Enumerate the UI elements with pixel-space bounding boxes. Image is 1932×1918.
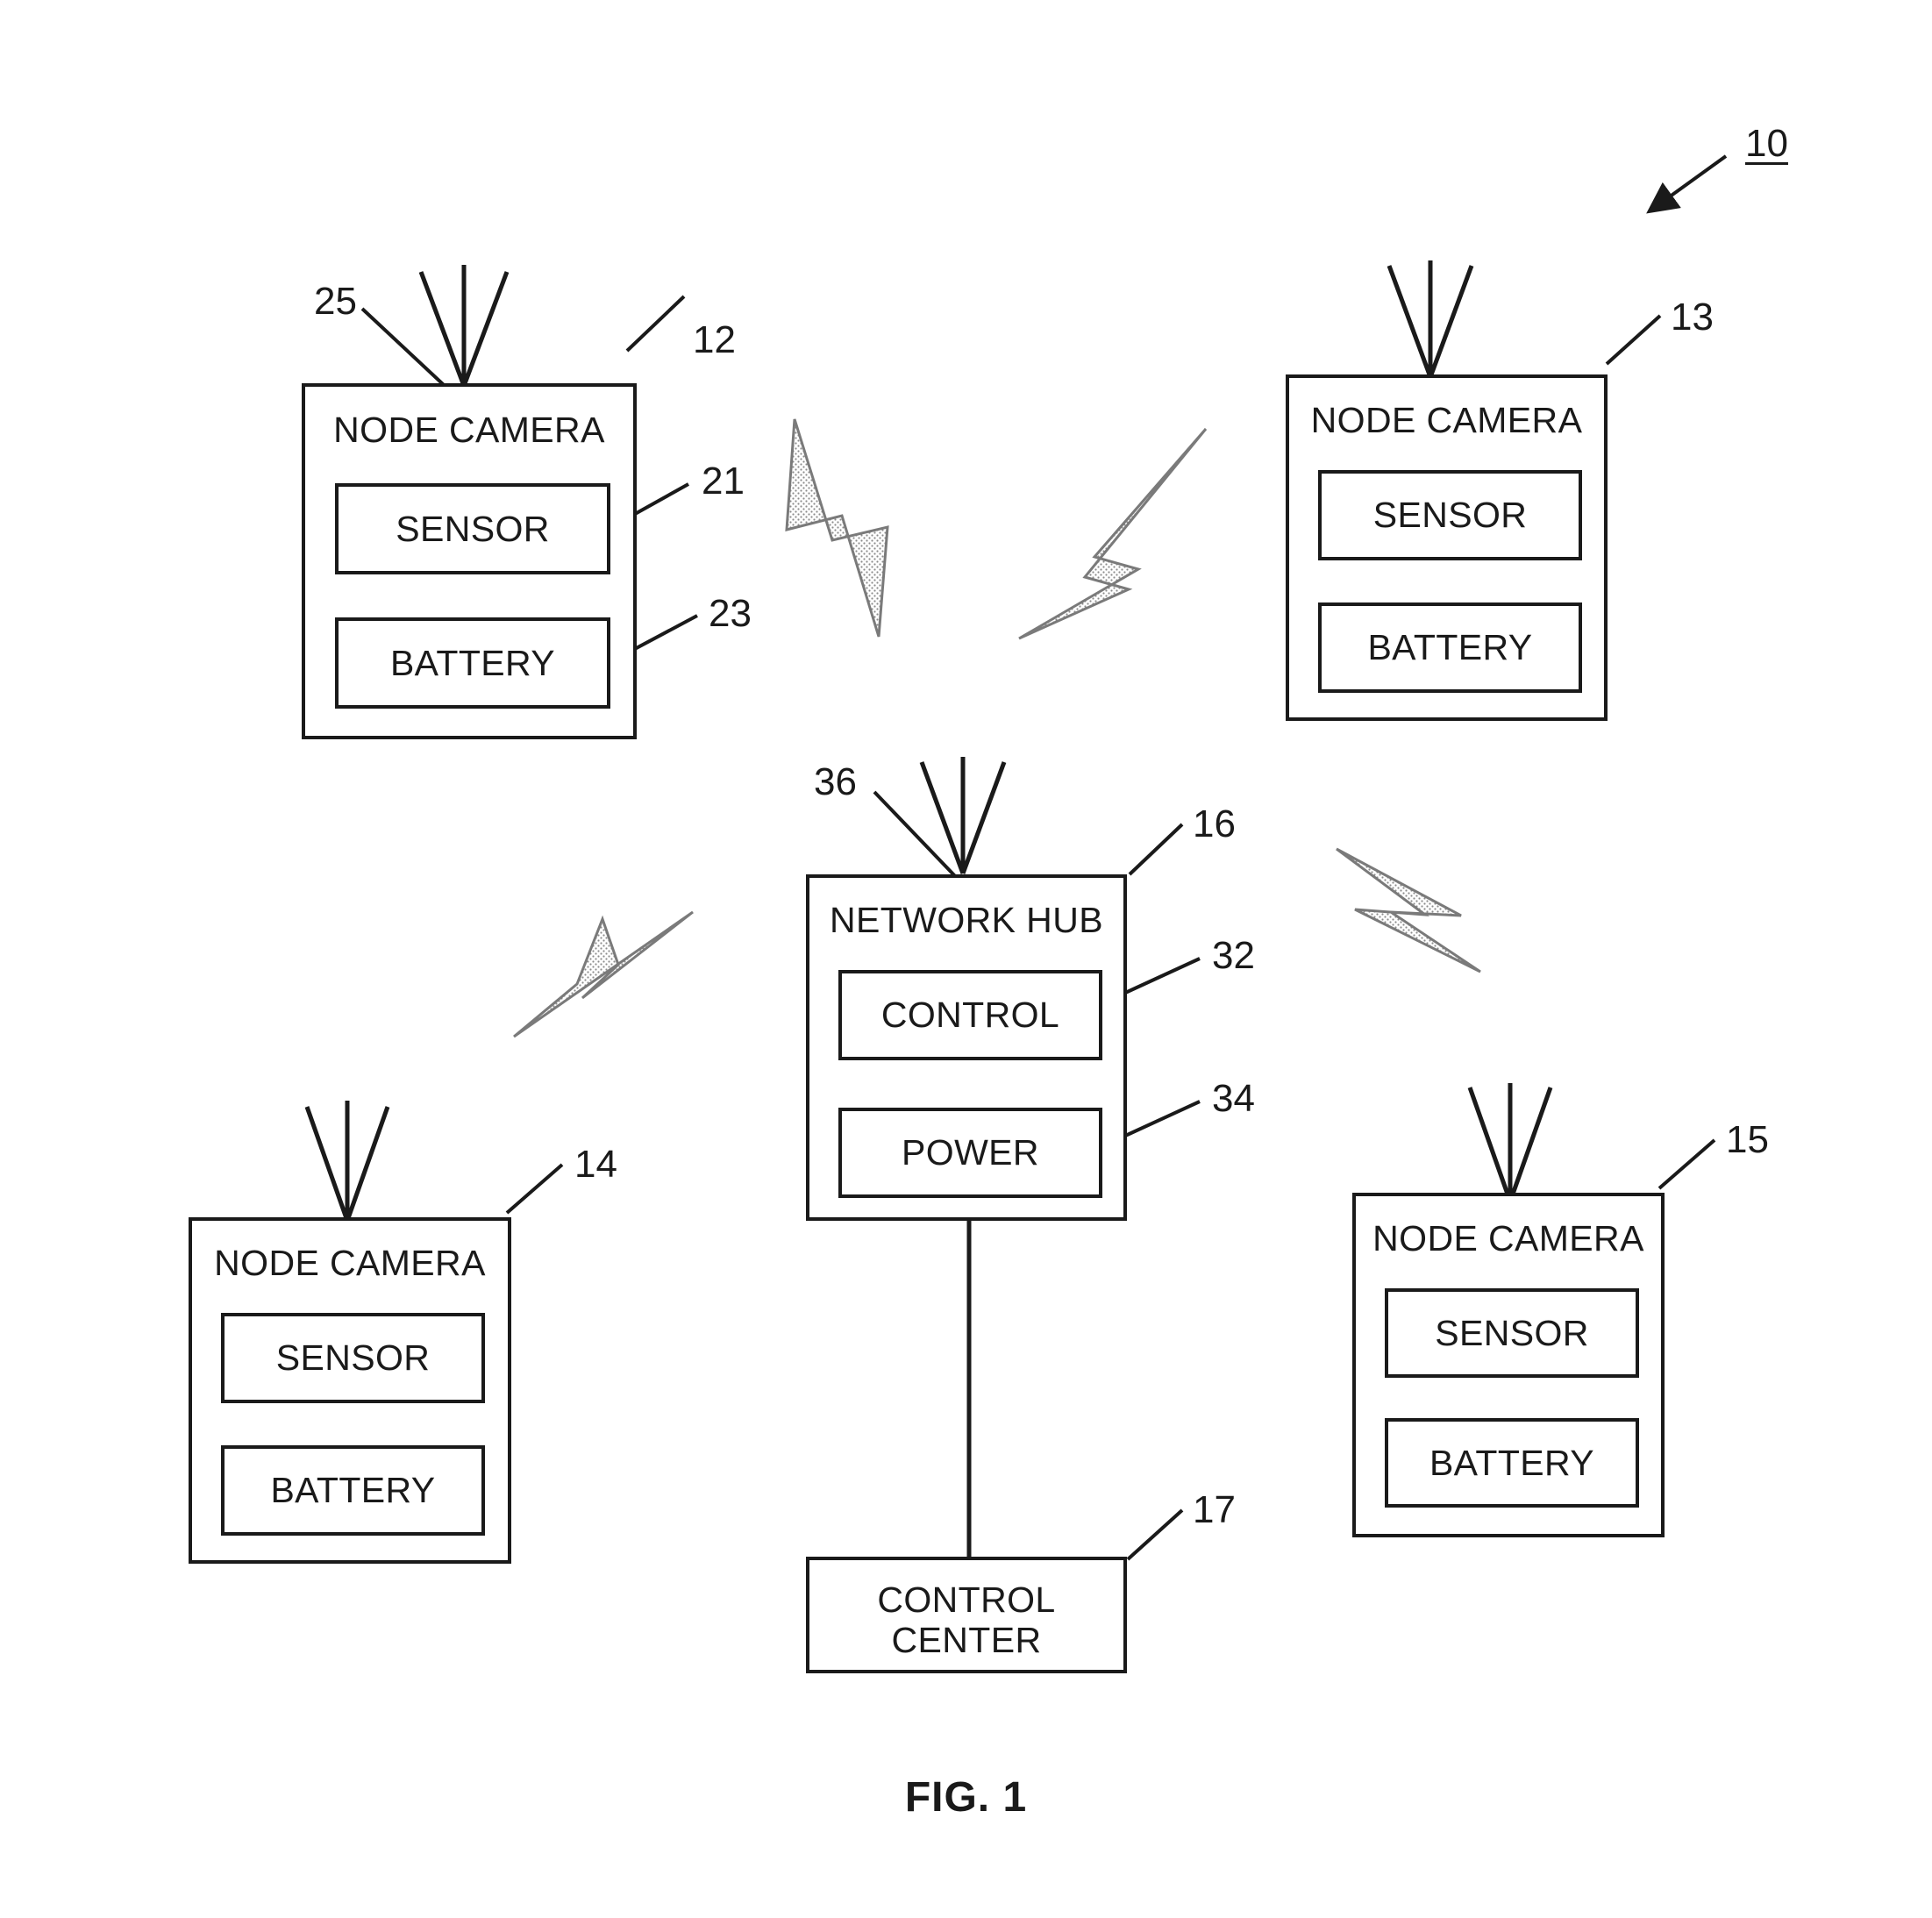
ref-numeral-14: 14 bbox=[574, 1143, 617, 1186]
network-hub-16-power-box[interactable]: POWER bbox=[838, 1108, 1102, 1198]
node-camera-13-battery-box[interactable]: BATTERY bbox=[1318, 602, 1582, 693]
leader-line-32 bbox=[1123, 957, 1201, 995]
ref-numeral-25: 25 bbox=[314, 280, 357, 323]
node-camera-13-sensor-label: SENSOR bbox=[1372, 495, 1528, 535]
ref-numeral-15: 15 bbox=[1726, 1118, 1769, 1161]
control-center-17-title-line-1: CONTROL bbox=[877, 1579, 1056, 1620]
ref-numeral-17: 17 bbox=[1193, 1488, 1236, 1531]
system-ref-arrow bbox=[1646, 154, 1728, 214]
leader-line-14 bbox=[505, 1163, 564, 1215]
antenna-icon-node-15 bbox=[1467, 1083, 1553, 1202]
wireless-link-bolt-node14-hub bbox=[513, 910, 694, 1038]
node-camera-15-box[interactable]: NODE CAMERA SENSOR BATTERY bbox=[1352, 1193, 1665, 1537]
node-camera-15-sensor-box[interactable]: SENSOR bbox=[1385, 1288, 1639, 1378]
leader-line-16 bbox=[1128, 823, 1184, 876]
node-camera-14-battery-label: BATTERY bbox=[270, 1470, 436, 1510]
control-center-17-box[interactable]: CONTROL CENTER bbox=[806, 1557, 1127, 1673]
network-hub-16-control-label: CONTROL bbox=[880, 995, 1060, 1035]
node-camera-14-title: NODE CAMERA bbox=[214, 1243, 486, 1283]
node-camera-13-box[interactable]: NODE CAMERA SENSOR BATTERY bbox=[1286, 374, 1608, 721]
node-camera-15-sensor-label: SENSOR bbox=[1435, 1312, 1589, 1353]
ref-numeral-32: 32 bbox=[1212, 934, 1255, 977]
wireless-link-bolt-hub-node15 bbox=[1336, 847, 1481, 973]
node-camera-12-box[interactable]: NODE CAMERA SENSOR BATTERY bbox=[302, 383, 637, 739]
network-hub-16-box[interactable]: NETWORK HUB CONTROL POWER bbox=[806, 874, 1127, 1221]
ref-numeral-34: 34 bbox=[1212, 1077, 1255, 1120]
node-camera-12-title: NODE CAMERA bbox=[333, 410, 605, 450]
node-camera-13-sensor-box[interactable]: SENSOR bbox=[1318, 470, 1582, 560]
antenna-icon-node-14 bbox=[304, 1101, 390, 1222]
network-hub-16-control-box[interactable]: CONTROL bbox=[838, 970, 1102, 1060]
network-hub-16-power-label: POWER bbox=[902, 1132, 1039, 1173]
control-center-17-title-line-2: CENTER bbox=[891, 1620, 1042, 1660]
figure-caption: FIG. 1 bbox=[904, 1774, 1028, 1821]
node-camera-15-title: NODE CAMERA bbox=[1372, 1218, 1644, 1258]
antenna-icon-node-13 bbox=[1387, 260, 1474, 378]
node-camera-13-battery-label: BATTERY bbox=[1367, 627, 1533, 667]
leader-line-15 bbox=[1658, 1138, 1716, 1190]
leader-line-13 bbox=[1605, 314, 1662, 366]
ref-numeral-36: 36 bbox=[814, 760, 857, 803]
wireless-link-bolt-node12-hub bbox=[785, 418, 889, 638]
node-camera-14-sensor-box[interactable]: SENSOR bbox=[221, 1313, 485, 1403]
antenna-icon-node-12 bbox=[418, 265, 510, 387]
node-camera-12-battery-box[interactable]: BATTERY bbox=[335, 617, 610, 709]
ref-numeral-16: 16 bbox=[1193, 802, 1236, 845]
network-hub-16-title: NETWORK HUB bbox=[830, 900, 1103, 940]
node-camera-14-battery-box[interactable]: BATTERY bbox=[221, 1445, 485, 1536]
ref-numeral-21: 21 bbox=[702, 460, 745, 503]
ref-numeral-23: 23 bbox=[709, 592, 752, 635]
node-camera-12-sensor-label: SENSOR bbox=[396, 508, 550, 549]
leader-line-17 bbox=[1126, 1508, 1184, 1561]
node-camera-14-sensor-label: SENSOR bbox=[275, 1337, 431, 1378]
node-camera-13-title: NODE CAMERA bbox=[1310, 400, 1583, 440]
ref-numeral-13: 13 bbox=[1671, 296, 1714, 339]
ref-numeral-12: 12 bbox=[693, 318, 736, 361]
leader-line-34 bbox=[1123, 1100, 1201, 1138]
node-camera-12-battery-label: BATTERY bbox=[389, 642, 556, 683]
node-camera-12-sensor-box[interactable]: SENSOR bbox=[335, 483, 610, 574]
ref-numeral-10: 10 bbox=[1745, 122, 1788, 165]
patent-figure: 10 25 12 21 23 13 36 16 32 34 14 15 17 N… bbox=[0, 0, 1932, 1918]
node-camera-14-box[interactable]: NODE CAMERA SENSOR BATTERY bbox=[189, 1217, 511, 1564]
wireless-link-bolt-node13-hub bbox=[1018, 428, 1208, 640]
node-camera-15-battery-box[interactable]: BATTERY bbox=[1385, 1418, 1639, 1508]
leader-line-12 bbox=[625, 295, 686, 353]
leader-line-36 bbox=[873, 790, 958, 879]
node-camera-15-battery-label: BATTERY bbox=[1429, 1442, 1595, 1483]
